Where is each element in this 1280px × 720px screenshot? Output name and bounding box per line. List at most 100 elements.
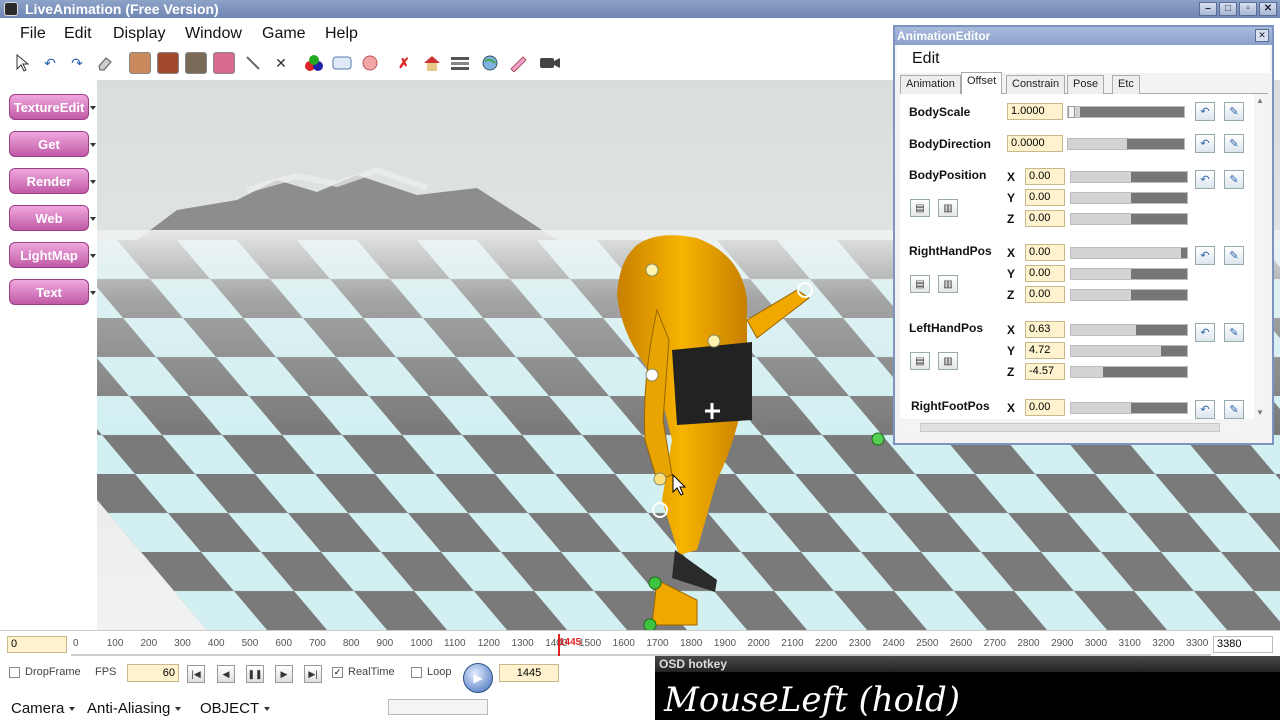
- dropframe-checkbox[interactable]: [9, 667, 20, 678]
- right-foot-reset-icon[interactable]: ↶: [1195, 400, 1215, 419]
- body-position-copy-icon[interactable]: ▤: [910, 199, 930, 217]
- left-hand-x-slider[interactable]: [1070, 324, 1188, 336]
- render-dropdown-icon[interactable]: [90, 180, 96, 184]
- character-2-icon[interactable]: [157, 52, 179, 74]
- end-frame-field[interactable]: 3380: [1213, 636, 1273, 653]
- camera-menu[interactable]: Camera: [11, 700, 76, 717]
- globe-icon[interactable]: [479, 52, 501, 74]
- horizontal-scrollbar[interactable]: [900, 421, 1243, 434]
- morph-icon[interactable]: [359, 52, 381, 74]
- body-direction-reset-icon[interactable]: ↶: [1195, 134, 1215, 153]
- body-scale-field[interactable]: 1.0000: [1007, 103, 1063, 120]
- scroll-up-icon[interactable]: ▲: [1256, 96, 1264, 105]
- render-button[interactable]: Render: [9, 168, 89, 194]
- editor-close-button[interactable]: ✕: [1255, 29, 1269, 42]
- texture-edit-button[interactable]: TextureEdit: [9, 94, 89, 120]
- redo-icon[interactable]: ↷: [66, 52, 88, 74]
- tab-offset[interactable]: Offset: [961, 72, 1003, 94]
- left-hand-y-field[interactable]: 4.72: [1025, 342, 1065, 359]
- realtime-checkbox[interactable]: ✓: [332, 667, 343, 678]
- character-1-icon[interactable]: [129, 52, 151, 74]
- lightmap-dropdown-icon[interactable]: [90, 254, 96, 258]
- left-hand-key-icon[interactable]: ✎: [1224, 323, 1244, 342]
- body-scale-slider[interactable]: [1067, 106, 1185, 118]
- body-scale-slider-knob[interactable]: [1068, 106, 1075, 118]
- scroll-down-icon[interactable]: ▼: [1256, 408, 1264, 417]
- horizontal-scroll-thumb[interactable]: [920, 423, 1220, 432]
- texture-edit-dropdown-icon[interactable]: [90, 106, 96, 110]
- right-hand-y-slider[interactable]: [1070, 268, 1188, 280]
- undo-icon[interactable]: ↶: [39, 52, 61, 74]
- loop-checkbox[interactable]: [411, 667, 422, 678]
- bone-icon[interactable]: [242, 52, 264, 74]
- right-hand-x-slider[interactable]: [1070, 247, 1188, 259]
- menu-file[interactable]: File: [20, 25, 46, 43]
- first-frame-button[interactable]: |◀: [187, 665, 205, 683]
- right-hand-key-icon[interactable]: ✎: [1224, 246, 1244, 265]
- stripes-icon[interactable]: [449, 52, 471, 74]
- body-direction-key-icon[interactable]: ✎: [1224, 134, 1244, 153]
- pencil-icon[interactable]: [507, 52, 529, 74]
- vertical-scrollbar[interactable]: ▲ ▼: [1254, 94, 1266, 419]
- get-button[interactable]: Get: [9, 131, 89, 157]
- left-hand-paste-icon[interactable]: ▥: [938, 352, 958, 370]
- right-foot-key-icon[interactable]: ✎: [1224, 400, 1244, 419]
- window-tool-icon[interactable]: [331, 52, 353, 74]
- get-dropdown-icon[interactable]: [90, 143, 96, 147]
- text-button[interactable]: Text: [9, 279, 89, 305]
- timeline[interactable]: 0 0 100 200 300 400 500 600 700 800 900 1000 1100 12…: [0, 630, 1280, 656]
- last-frame-button[interactable]: ▶|: [304, 665, 322, 683]
- pause-button[interactable]: ❚❚: [246, 665, 264, 683]
- left-hand-z-field[interactable]: -4.57: [1025, 363, 1065, 380]
- eraser-icon[interactable]: [94, 52, 116, 74]
- fps-field[interactable]: 60: [127, 664, 179, 682]
- start-frame-field[interactable]: 0: [7, 636, 67, 653]
- pointer-icon[interactable]: [12, 52, 34, 74]
- timeline-ruler[interactable]: 0 100 200 300 400 500 600 700 800 900 1000 1100 1200…: [71, 634, 1211, 656]
- body-position-key-icon[interactable]: ✎: [1224, 170, 1244, 189]
- red-x-icon[interactable]: ✗: [393, 52, 415, 74]
- body-position-z-slider[interactable]: [1070, 213, 1188, 225]
- body-direction-slider[interactable]: [1067, 138, 1185, 150]
- left-hand-z-slider[interactable]: [1070, 366, 1188, 378]
- body-position-y-slider[interactable]: [1070, 192, 1188, 204]
- menu-help[interactable]: Help: [325, 25, 358, 43]
- right-hand-y-field[interactable]: 0.00: [1025, 265, 1065, 282]
- menu-game[interactable]: Game: [262, 25, 306, 43]
- right-foot-x-slider[interactable]: [1070, 402, 1188, 414]
- body-position-reset-icon[interactable]: ↶: [1195, 170, 1215, 189]
- minimize-button[interactable]: –: [1199, 2, 1217, 16]
- body-position-y-field[interactable]: 0.00: [1025, 189, 1065, 206]
- body-scale-reset-icon[interactable]: ↶: [1195, 102, 1215, 121]
- antialiasing-menu[interactable]: Anti-Aliasing: [87, 700, 182, 717]
- current-frame-field[interactable]: 1445: [499, 664, 559, 682]
- close-button[interactable]: ✕: [1259, 2, 1277, 16]
- web-dropdown-icon[interactable]: [90, 217, 96, 221]
- menu-edit[interactable]: Edit: [64, 25, 92, 43]
- text-dropdown-icon[interactable]: [90, 291, 96, 295]
- right-hand-z-field[interactable]: 0.00: [1025, 286, 1065, 303]
- body-direction-field[interactable]: 0.0000: [1007, 135, 1063, 152]
- right-foot-x-field[interactable]: 0.00: [1025, 399, 1065, 416]
- menu-window[interactable]: Window: [185, 25, 242, 43]
- left-hand-x-field[interactable]: 0.63: [1025, 321, 1065, 338]
- tab-etc[interactable]: Etc: [1112, 75, 1140, 94]
- color-triangle-icon[interactable]: [303, 52, 325, 74]
- character-3-icon[interactable]: [185, 52, 207, 74]
- body-position-x-slider[interactable]: [1070, 171, 1188, 183]
- house-icon[interactable]: [421, 52, 443, 74]
- delete-icon[interactable]: ✕: [270, 52, 292, 74]
- character-4-icon[interactable]: [213, 52, 235, 74]
- object-menu[interactable]: OBJECT: [200, 700, 271, 717]
- tab-animation[interactable]: Animation: [900, 75, 961, 94]
- right-hand-reset-icon[interactable]: ↶: [1195, 246, 1215, 265]
- right-hand-x-field[interactable]: 0.00: [1025, 244, 1065, 261]
- tab-constrain[interactable]: Constrain: [1006, 75, 1066, 94]
- left-hand-y-slider[interactable]: [1070, 345, 1188, 357]
- body-scale-key-icon[interactable]: ✎: [1224, 102, 1244, 121]
- body-position-z-field[interactable]: 0.00: [1025, 210, 1065, 227]
- left-hand-copy-icon[interactable]: ▤: [910, 352, 930, 370]
- right-hand-z-slider[interactable]: [1070, 289, 1188, 301]
- left-hand-reset-icon[interactable]: ↶: [1195, 323, 1215, 342]
- right-hand-copy-icon[interactable]: ▤: [910, 275, 930, 293]
